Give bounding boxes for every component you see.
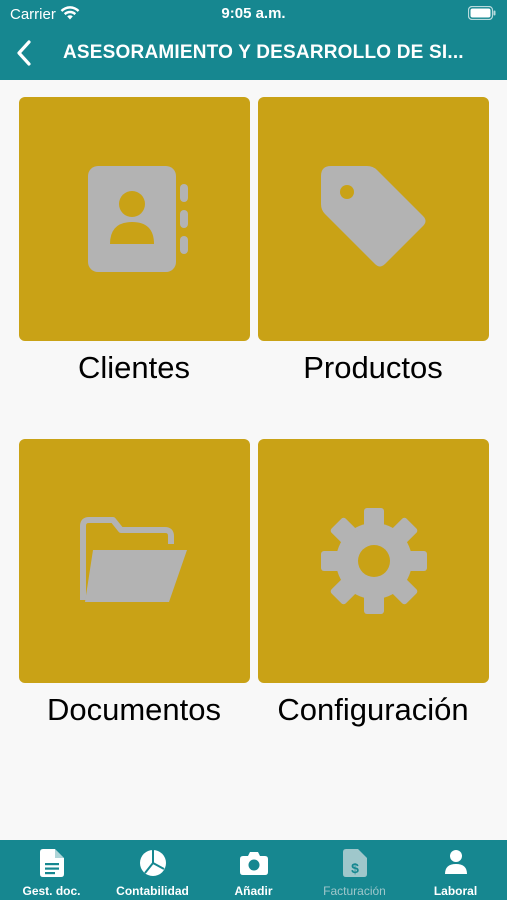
gear-icon xyxy=(320,508,427,614)
documentos-tile[interactable] xyxy=(19,439,250,683)
clientes-tile[interactable] xyxy=(19,97,250,341)
contacts-book-icon xyxy=(87,166,188,272)
person-icon xyxy=(444,850,467,874)
clientes-label: Clientes xyxy=(78,350,190,385)
status-bar: Carrier 9:05 a.m. xyxy=(0,0,507,28)
tab-contabilidad[interactable]: Contabilidad xyxy=(102,840,203,900)
tab-facturacion-label: Facturación xyxy=(323,884,386,898)
status-time: 9:05 a.m. xyxy=(221,5,286,22)
camera-icon xyxy=(239,852,268,875)
folder-open-icon xyxy=(79,517,187,602)
tab-gest-doc-label: Gest. doc. xyxy=(22,884,81,898)
tab-anadir-label: Añadir xyxy=(234,884,273,898)
tab-laboral[interactable]: Laboral xyxy=(405,840,506,900)
tab-gest-doc[interactable]: Gest. doc. xyxy=(1,840,102,900)
tab-bar: Gest. doc. Contabilidad Añadir $ Factura… xyxy=(0,840,507,900)
page-title: ASESORAMIENTO Y DESARROLLO DE SI... xyxy=(63,42,464,63)
price-tag-icon xyxy=(320,166,425,267)
tab-contabilidad-label: Contabilidad xyxy=(116,884,189,898)
top-bar: Carrier 9:05 a.m. ASESORAMIENTO Y DESARR… xyxy=(0,0,507,80)
battery-icon xyxy=(467,5,496,24)
productos-tile[interactable] xyxy=(258,97,489,341)
chevron-left-icon xyxy=(17,40,31,66)
documentos-label: Documentos xyxy=(46,692,222,727)
configuracion-tile[interactable] xyxy=(258,439,489,683)
invoice-icon: $ xyxy=(342,849,367,877)
configuracion-label: Configuración xyxy=(277,692,469,727)
pie-chart-icon xyxy=(139,850,166,876)
tab-laboral-label: Laboral xyxy=(433,884,478,898)
nav-bar: ASESORAMIENTO Y DESARROLLO DE SI... xyxy=(0,30,507,76)
tab-anadir[interactable]: Añadir xyxy=(203,840,304,900)
productos-label: Productos xyxy=(303,350,443,385)
svg-text:$: $ xyxy=(351,860,359,876)
tab-facturacion[interactable]: $ Facturación xyxy=(304,840,405,900)
document-icon xyxy=(39,849,64,877)
back-button[interactable] xyxy=(12,38,38,68)
